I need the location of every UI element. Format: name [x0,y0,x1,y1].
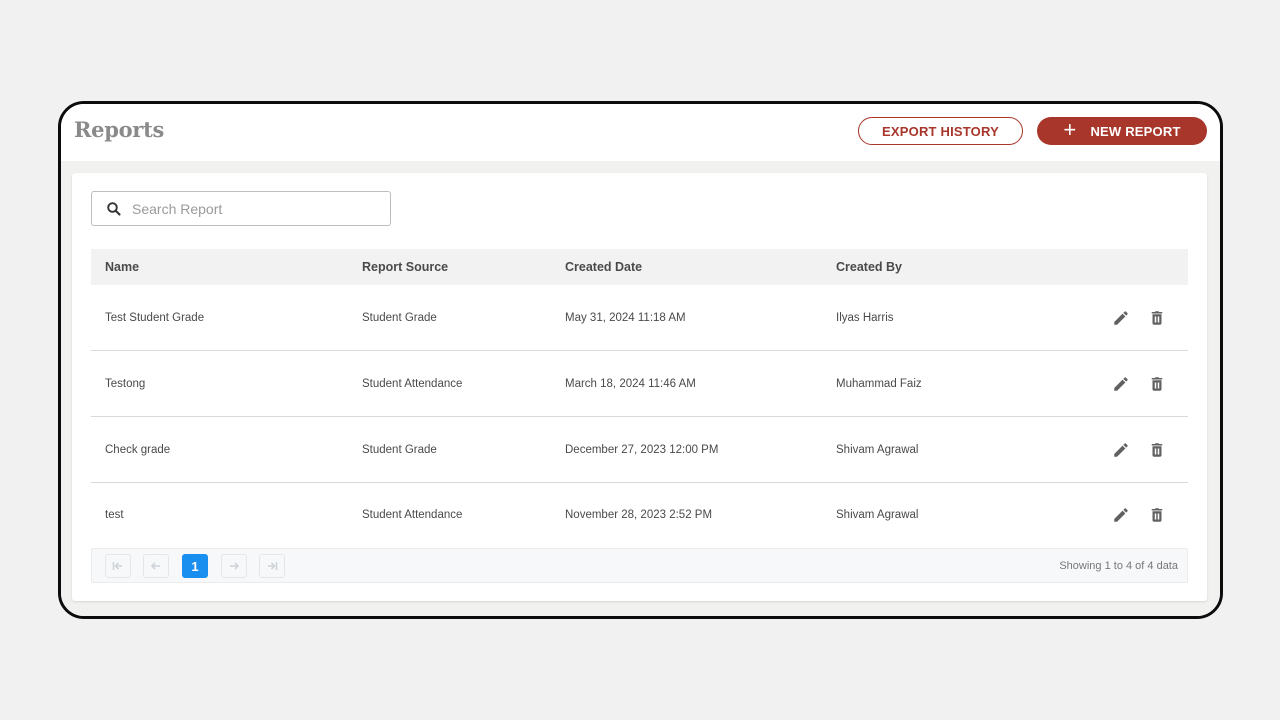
delete-icon[interactable] [1148,441,1166,459]
row-name: Test Student Grade [105,311,205,324]
row-source: Student Grade [362,443,437,456]
table-row: test Student Attendance November 28, 202… [91,483,1188,547]
delete-icon[interactable] [1148,375,1166,393]
row-date: November 28, 2023 2:52 PM [565,509,713,521]
page-title: Reports [74,117,164,142]
column-header-created-by[interactable]: Created By [836,249,902,285]
table-row: Check grade Student Grade December 27, 2… [91,417,1188,483]
row-source: Student Attendance [362,377,463,390]
column-header-date[interactable]: Created Date [565,249,642,285]
delete-icon[interactable] [1148,309,1166,327]
table-header: Name Report Source Created Date Created … [91,249,1188,285]
row-created-by: Shivam Agrawal [836,509,919,521]
reports-card: Name Report Source Created Date Created … [72,173,1207,601]
row-date: December 27, 2023 12:00 PM [565,443,719,456]
column-header-name[interactable]: Name [105,249,139,285]
pagination-bar: 1 Showing 1 to 4 of 4 data [91,548,1188,583]
app-window: Reports EXPORT HISTORY + NEW REPORT Name… [58,101,1223,619]
delete-icon[interactable] [1148,506,1166,524]
page-header: Reports EXPORT HISTORY + NEW REPORT [61,104,1220,161]
reports-table: Name Report Source Created Date Created … [91,249,1188,547]
content-area: Name Report Source Created Date Created … [61,161,1220,616]
table-row: Test Student Grade Student Grade May 31,… [91,285,1188,351]
export-history-button[interactable]: EXPORT HISTORY [858,117,1023,145]
row-actions [1112,351,1166,416]
row-source: Student Attendance [362,509,463,521]
row-name: Check grade [105,443,171,456]
row-date: May 31, 2024 11:18 AM [565,311,686,324]
first-page-button[interactable] [105,554,131,578]
last-page-icon [268,562,278,570]
prev-page-button[interactable] [143,554,169,578]
column-header-source[interactable]: Report Source [362,249,448,285]
row-source: Student Grade [362,311,437,324]
row-actions [1112,417,1166,482]
edit-icon[interactable] [1112,309,1130,327]
row-actions [1112,483,1166,547]
arrow-left-icon [150,562,160,570]
table-row: Testong Student Attendance March 18, 202… [91,351,1188,417]
edit-icon[interactable] [1112,506,1130,524]
plus-icon: + [1063,117,1077,142]
search-input[interactable] [130,199,374,218]
search-icon [107,201,121,216]
new-report-label: NEW REPORT [1090,123,1181,139]
row-name: test [105,509,124,521]
last-page-button[interactable] [259,554,285,578]
row-created-by: Shivam Agrawal [836,443,919,456]
arrow-right-icon [230,562,240,570]
row-created-by: Muhammad Faiz [836,377,922,390]
row-name: Testong [105,377,146,390]
row-created-by: Ilyas Harris [836,311,894,324]
new-report-button[interactable]: + NEW REPORT [1037,117,1207,145]
row-date: March 18, 2024 11:46 AM [565,377,696,390]
page-1-button[interactable]: 1 [182,554,208,578]
search-box[interactable] [91,191,391,226]
pagination-summary: Showing 1 to 4 of 4 data [1059,559,1178,572]
row-actions [1112,285,1166,350]
export-history-label: EXPORT HISTORY [882,123,999,139]
next-page-button[interactable] [221,554,247,578]
first-page-icon [112,562,122,570]
edit-icon[interactable] [1112,441,1130,459]
edit-icon[interactable] [1112,375,1130,393]
page-number: 1 [191,558,199,574]
